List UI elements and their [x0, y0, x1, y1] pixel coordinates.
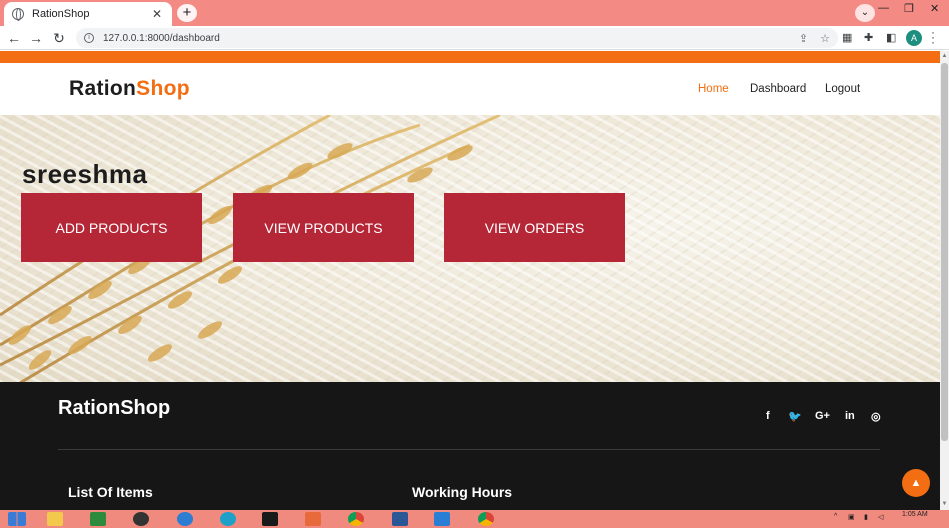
reload-icon[interactable]: ↻: [51, 30, 67, 46]
back-icon[interactable]: ←: [6, 30, 22, 46]
instagram-icon[interactable]: ◎: [871, 410, 881, 423]
scroll-to-top-button[interactable]: ▲: [902, 469, 930, 497]
nav-logout[interactable]: Logout: [825, 83, 860, 95]
file-explorer-icon[interactable]: [47, 512, 63, 526]
hero-banner: sreeshma ADD PRODUCTS VIEW PRODUCTS VIEW…: [0, 115, 940, 383]
show-hidden-icons-icon[interactable]: ^: [834, 513, 837, 520]
restore-window-icon[interactable]: ❐: [904, 2, 914, 15]
add-products-button[interactable]: ADD PRODUCTS: [21, 193, 202, 262]
volume-icon[interactable]: ◁: [878, 513, 883, 521]
signal-icon[interactable]: ▮: [864, 513, 868, 521]
chrome-active-icon[interactable]: [478, 512, 494, 526]
facebook-icon[interactable]: f: [766, 410, 770, 422]
browser-toolbar: ← → ↻ i 127.0.0.1:8000/dashboard ⇪ ☆ ▦ ✚…: [0, 26, 949, 50]
working-hours-heading: Working Hours: [412, 484, 513, 500]
minimize-window-icon[interactable]: —: [878, 2, 889, 14]
browser-menu-icon[interactable]: · · ·: [930, 26, 936, 48]
close-window-icon[interactable]: ✕: [930, 2, 939, 15]
scroll-up-arrow-icon[interactable]: ▲: [940, 53, 949, 59]
site-globe-icon: [12, 8, 24, 21]
bookmark-star-icon[interactable]: ☆: [820, 32, 830, 45]
windows-start-icon[interactable]: [8, 512, 26, 526]
word-icon[interactable]: [392, 512, 408, 526]
view-orders-button[interactable]: VIEW ORDERS: [444, 193, 625, 262]
internet-explorer-icon[interactable]: [177, 512, 193, 526]
google-plus-icon[interactable]: G+: [815, 410, 830, 422]
nav-dashboard[interactable]: Dashboard: [750, 83, 806, 95]
footer-logo: RationShop: [58, 397, 171, 419]
twitter-icon[interactable]: 🐦: [788, 410, 802, 423]
list-of-items-heading: List Of Items: [68, 484, 153, 500]
network-error-icon[interactable]: ▣: [848, 513, 855, 521]
scroll-down-arrow-icon[interactable]: ▼: [940, 501, 949, 507]
address-bar[interactable]: i 127.0.0.1:8000/dashboard ⇪ ☆: [76, 28, 838, 48]
browser-tab[interactable]: RationShop ✕: [4, 2, 172, 26]
store-icon[interactable]: [90, 512, 106, 526]
site-footer: RationShop f 🐦 G+ in ◎ List Of Items Wor…: [0, 382, 940, 510]
top-accent-bar: [0, 51, 940, 63]
username-heading: sreeshma: [22, 159, 148, 189]
app-icon[interactable]: [305, 512, 321, 526]
view-products-button[interactable]: VIEW PRODUCTS: [233, 193, 414, 262]
chrome-icon[interactable]: [348, 512, 364, 526]
browser-tab-strip: RationShop ✕ + ⌄ — ❐ ✕: [0, 0, 949, 26]
page-scrollbar[interactable]: ▲ ▼: [940, 51, 949, 510]
url-text[interactable]: 127.0.0.1:8000/dashboard: [103, 33, 787, 44]
windows-taskbar: ^ ▣ ▮ ◁ 1:05 AM: [0, 510, 949, 528]
share-icon[interactable]: ⇪: [799, 32, 808, 45]
terminal-icon[interactable]: [262, 512, 278, 526]
linkedin-icon[interactable]: in: [845, 410, 855, 422]
side-panel-icon[interactable]: ◧: [886, 31, 896, 44]
forward-icon[interactable]: →: [28, 30, 44, 46]
nav-home[interactable]: Home: [698, 83, 729, 95]
new-tab-button[interactable]: +: [177, 4, 197, 22]
site-header: RationShop Home Dashboard Logout: [0, 63, 940, 115]
site-info-icon[interactable]: i: [84, 33, 94, 43]
close-tab-icon[interactable]: ✕: [150, 7, 164, 21]
camera-app-icon[interactable]: [133, 512, 149, 526]
extension-icon[interactable]: ▦: [842, 31, 852, 44]
extensions-puzzle-icon[interactable]: ✚: [864, 31, 873, 44]
site-logo[interactable]: RationShop: [69, 77, 190, 101]
profile-avatar[interactable]: A: [906, 30, 922, 46]
tab-search-icon[interactable]: ⌄: [855, 4, 875, 22]
vscode-icon[interactable]: [434, 512, 450, 526]
scrollbar-thumb[interactable]: [941, 63, 948, 441]
taskbar-clock[interactable]: 1:05 AM: [902, 511, 928, 519]
tab-title: RationShop: [32, 8, 90, 20]
edge-browser-icon[interactable]: [220, 512, 236, 526]
footer-divider: [58, 449, 880, 450]
